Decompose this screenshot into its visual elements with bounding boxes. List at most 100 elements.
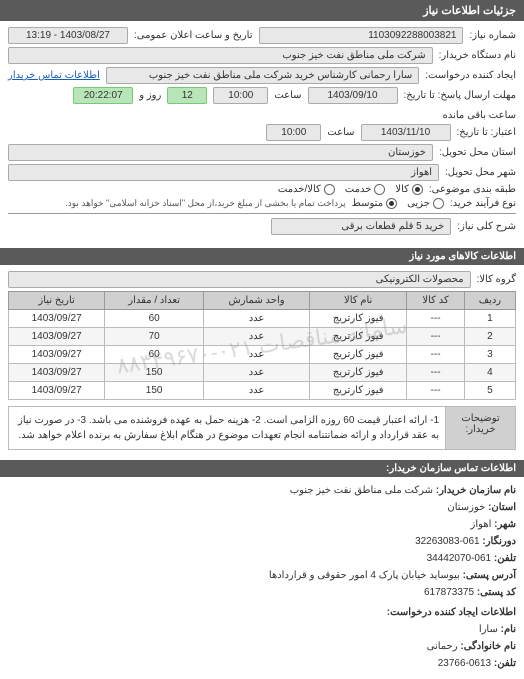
table-cell: --- xyxy=(407,328,465,346)
table-row: 1---فیوز کارتریجعدد601403/09/27 xyxy=(9,310,516,328)
group-field: محصولات الکترونیکی xyxy=(8,271,471,288)
contact-city-label: شهر: xyxy=(494,519,516,530)
buyer-org-label: نام دستگاه خریدار: xyxy=(439,50,516,61)
buyer-description: توضیحات خریدار: 1- ارائه اعتبار قیمت 60 … xyxy=(8,406,516,450)
radio-icon xyxy=(374,184,385,195)
creator-name: سارا xyxy=(479,624,498,635)
form-section: شماره نیاز: 1103092288003821 تاریخ و ساع… xyxy=(0,21,524,244)
table-cell: --- xyxy=(407,364,465,382)
table-cell: 70 xyxy=(105,328,204,346)
days-remaining-label: روز و xyxy=(139,90,161,101)
deadline-label: مهلت ارسال پاسخ: تا تاریخ: xyxy=(404,90,516,101)
contact-fax: 061-34442070 xyxy=(427,553,492,564)
city-label: شهر محل تحویل: xyxy=(445,167,516,178)
time-label-2: ساعت xyxy=(327,127,354,138)
contact-city: اهواز xyxy=(471,519,492,530)
contact-phone: 061-32263083 xyxy=(415,536,480,547)
table-cell: 1403/09/27 xyxy=(9,346,105,364)
creator-name2-label: نام خانوادگی: xyxy=(460,641,516,652)
table-cell: 1 xyxy=(464,310,515,328)
announce-field: 1403/08/27 - 13:19 xyxy=(8,27,128,44)
countdown-field: 20:22:07 xyxy=(73,87,133,104)
table-header: تاریخ نیاز xyxy=(9,292,105,310)
contact-org-label: نام سازمان خریدار: xyxy=(436,485,516,496)
radio-goods[interactable]: کالا xyxy=(395,184,423,195)
table-cell: 1403/09/27 xyxy=(9,310,105,328)
contact-link[interactable]: اطلاعات تماس خریدار xyxy=(8,70,100,81)
table-row: 2---فیوز کارتریجعدد701403/09/27 xyxy=(9,328,516,346)
announce-label: تاریخ و ساعت اعلان عمومی: xyxy=(134,30,253,41)
table-cell: 5 xyxy=(464,382,515,400)
table-cell: فیوز کارتریج xyxy=(310,382,407,400)
table-cell: عدد xyxy=(204,328,310,346)
table-cell: عدد xyxy=(204,364,310,382)
validity-label: اعتبار: تا تاریخ: xyxy=(457,127,517,138)
table-header: ردیف xyxy=(464,292,515,310)
table-cell: 3 xyxy=(464,346,515,364)
validity-date-field: 1403/11/10 xyxy=(361,124,451,141)
table-row: 5---فیوز کارتریجعدد1501403/09/27 xyxy=(9,382,516,400)
city-field: اهواز xyxy=(8,164,439,181)
subject-field: خرید 5 قلم قطعات برقی xyxy=(271,218,451,235)
radio-service[interactable]: خدمت xyxy=(345,184,386,195)
subject-label: شرح کلی نیاز: xyxy=(457,221,516,232)
table-cell: فیوز کارتریج xyxy=(310,346,407,364)
table-cell: 60 xyxy=(105,346,204,364)
radio-icon xyxy=(412,184,423,195)
contact-fax-label: تلفن: xyxy=(494,553,516,564)
table-cell: فیوز کارتریج xyxy=(310,364,407,382)
table-cell: --- xyxy=(407,310,465,328)
table-cell: 4 xyxy=(464,364,515,382)
deadline-time-field: 10:00 xyxy=(213,87,268,104)
contact-province: خوزستان xyxy=(447,502,485,513)
validity-time-field: 10:00 xyxy=(266,124,321,141)
table-cell: 60 xyxy=(105,310,204,328)
request-no-label: شماره نیاز: xyxy=(469,30,516,41)
table-cell: 1403/09/27 xyxy=(9,328,105,346)
requester-field: سارا رحمانی کارشناس خرید شرکت ملی مناطق … xyxy=(106,67,419,84)
table-row: 4---فیوز کارتریجعدد1501403/09/27 xyxy=(9,364,516,382)
days-remaining-field: 12 xyxy=(167,87,207,104)
contact-province-label: استان: xyxy=(488,502,516,513)
requester-label: ایجاد کننده درخواست: xyxy=(425,70,516,81)
creator-tel-label: تلفن: xyxy=(494,658,516,669)
header-title: جزئیات اطلاعات نیاز xyxy=(423,5,516,17)
table-cell: 2 xyxy=(464,328,515,346)
table-cell: فیوز کارتریج xyxy=(310,310,407,328)
radio-small[interactable]: جزیی xyxy=(407,198,444,209)
radio-icon xyxy=(386,198,397,209)
contact-section: نام سازمان خریدار: شرکت ملی مناطق نفت خی… xyxy=(0,477,524,679)
table-cell: 1403/09/27 xyxy=(9,364,105,382)
contact-phone-label: دورنگار: xyxy=(482,536,516,547)
creator-name2: رحمانی xyxy=(427,641,458,652)
radio-both[interactable]: کالا/خدمت xyxy=(278,184,335,195)
page-header: جزئیات اطلاعات نیاز xyxy=(0,0,524,21)
desc-label: توضیحات خریدار: xyxy=(445,407,515,449)
creator-title: اطلاعات ایجاد کننده درخواست: xyxy=(8,605,516,621)
process-note: پرداخت تمام یا بخشی از مبلغ خرید،از محل … xyxy=(65,198,345,209)
table-cell: عدد xyxy=(204,382,310,400)
request-no-field: 1103092288003821 xyxy=(259,27,464,44)
table-cell: عدد xyxy=(204,346,310,364)
table-cell: 1403/09/27 xyxy=(9,382,105,400)
radio-icon xyxy=(324,184,335,195)
group-label: گروه کالا: xyxy=(477,274,516,285)
time-label-1: ساعت xyxy=(274,90,301,101)
radio-icon xyxy=(433,198,444,209)
table-cell: 150 xyxy=(105,382,204,400)
radio-medium[interactable]: متوسط xyxy=(352,198,397,209)
goods-table-wrap: سامانه مناقصات ۰۲۱-۸۸۳۴۹۶۷۰ ردیفکد کالان… xyxy=(8,291,516,400)
table-row: 3---فیوز کارتریجعدد601403/09/27 xyxy=(9,346,516,364)
process-radio-group: جزیی متوسط xyxy=(352,198,444,209)
category-radio-group: کالا خدمت کالا/خدمت xyxy=(278,184,423,195)
table-cell: عدد xyxy=(204,310,310,328)
table-cell: --- xyxy=(407,346,465,364)
deadline-date-field: 1403/09/10 xyxy=(308,87,398,104)
contact-postal: 617873375 xyxy=(424,587,474,598)
table-header: نام کالا xyxy=(310,292,407,310)
table-header: کد کالا xyxy=(407,292,465,310)
buyer-org-field: شرکت ملی مناطق نفت خیز جنوب xyxy=(8,47,433,64)
goods-section-title: اطلاعات کالاهای مورد نیاز xyxy=(0,248,524,265)
table-cell: --- xyxy=(407,382,465,400)
table-header: تعداد / مقدار xyxy=(105,292,204,310)
